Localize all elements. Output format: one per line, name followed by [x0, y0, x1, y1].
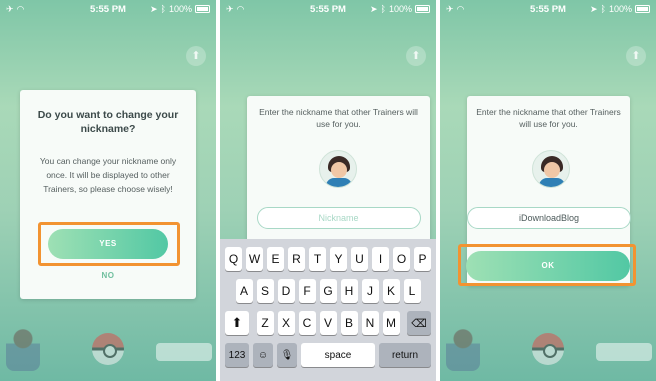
location-icon: ➤ [150, 3, 158, 14]
ok-button[interactable]: OK [466, 251, 630, 281]
keyboard-row-1: QWERTYUIOP [223, 247, 433, 271]
key-letter[interactable]: T [309, 247, 326, 271]
key-letter[interactable]: Y [330, 247, 347, 271]
key-letter[interactable]: P [414, 247, 431, 271]
battery-percent: 100% [608, 4, 632, 14]
status-bar: ✈ ◠ 5:55 PM ➤ ᛒ 100% [0, 0, 216, 18]
battery-icon [634, 5, 650, 13]
numbers-key[interactable]: 123 [225, 343, 249, 367]
nickname-dialog: Enter the nickname that other Trainers w… [247, 96, 430, 246]
key-letter[interactable]: G [319, 279, 337, 303]
pokeball-menu-icon[interactable] [92, 333, 124, 365]
key-letter[interactable]: O [393, 247, 410, 271]
key-letter[interactable]: D [277, 279, 295, 303]
wifi-icon: ◠ [236, 3, 245, 14]
trainer-avatar-icon[interactable] [446, 325, 480, 371]
keyboard-row-3: ⬆ ZXCVBNM ⌫ [223, 311, 433, 335]
key-letter[interactable]: X [277, 311, 295, 335]
pokeball-menu-icon[interactable] [532, 333, 564, 365]
airplane-icon: ✈ [446, 3, 454, 14]
map-bottom-hud [440, 311, 656, 381]
airplane-icon: ✈ [6, 3, 14, 14]
key-letter[interactable]: I [372, 247, 389, 271]
bluetooth-icon: ᛒ [600, 4, 606, 14]
keyboard-row-4: 123 ☺ 🎙 space return [223, 343, 433, 367]
nickname-input[interactable] [256, 207, 421, 229]
yes-button[interactable]: YES [48, 229, 168, 259]
bluetooth-icon: ᛒ [380, 4, 386, 14]
dialog-prompt: Enter the nickname that other Trainers w… [476, 107, 621, 129]
wifi-icon: ◠ [456, 3, 465, 14]
key-letter[interactable]: S [256, 279, 274, 303]
emoji-icon[interactable]: ☺ [253, 343, 273, 367]
trainer-avatar-icon[interactable] [6, 325, 40, 371]
status-time: 5:55 PM [90, 3, 126, 15]
compass-icon[interactable]: ⬆ [186, 46, 206, 66]
key-letter[interactable]: C [298, 311, 316, 335]
key-letter[interactable]: F [298, 279, 316, 303]
dialog-body: You can change your nickname only once. … [39, 156, 177, 194]
dialog-title: Do you want to change your nickname? [37, 109, 179, 135]
no-button[interactable]: NO [20, 271, 196, 280]
key-letter[interactable]: J [361, 279, 379, 303]
battery-icon [414, 5, 430, 13]
status-time: 5:55 PM [310, 3, 346, 15]
key-letter[interactable]: V [319, 311, 337, 335]
key-letter[interactable]: B [340, 311, 358, 335]
compass-icon[interactable]: ⬆ [626, 46, 646, 66]
key-letter[interactable]: A [235, 279, 253, 303]
battery-icon [194, 5, 210, 13]
delete-key[interactable]: ⌫ [407, 311, 431, 335]
battery-percent: 100% [388, 4, 412, 14]
return-key[interactable]: return [379, 343, 431, 367]
ios-keyboard: QWERTYUIOP ASDFGHJKL ⬆ ZXCVBNM ⌫ 123 ☺ 🎙… [220, 239, 436, 381]
key-letter[interactable]: H [340, 279, 358, 303]
space-key[interactable]: space [301, 343, 375, 367]
nearby-panel[interactable] [596, 343, 652, 361]
bluetooth-icon: ᛒ [160, 4, 166, 14]
airplane-icon: ✈ [226, 3, 234, 14]
shift-key[interactable]: ⬆ [225, 311, 249, 335]
microphone-icon[interactable]: 🎙 [277, 343, 297, 367]
key-letter[interactable]: K [382, 279, 400, 303]
location-icon: ➤ [590, 3, 598, 14]
phone-screen-enter-nickname: ✈ ◠ 5:55 PM ➤ ᛒ 100% ⬆ Enter the nickname t… [220, 0, 436, 381]
keyboard-row-2: ASDFGHJKL [223, 279, 433, 303]
trainer-portrait [532, 150, 570, 188]
key-letter[interactable]: U [351, 247, 368, 271]
key-letter[interactable]: M [382, 311, 400, 335]
key-letter[interactable]: L [403, 279, 421, 303]
nearby-panel[interactable] [156, 343, 212, 361]
status-bar: ✈ ◠ 5:55 PM ➤ ᛒ 100% [220, 0, 436, 18]
compass-icon[interactable]: ⬆ [406, 46, 426, 66]
change-nickname-dialog: Do you want to change your nickname? You… [20, 90, 196, 299]
key-letter[interactable]: Q [225, 247, 242, 271]
phone-screen-confirm: ✈ ◠ 5:55 PM ➤ ᛒ 100% ⬆ Do you want to chang… [0, 0, 216, 381]
key-letter[interactable]: E [267, 247, 284, 271]
battery-percent: 100% [168, 4, 192, 14]
dialog-prompt: Enter the nickname that other Trainers w… [259, 107, 418, 129]
wifi-icon: ◠ [16, 3, 25, 14]
location-icon: ➤ [370, 3, 378, 14]
status-time: 5:55 PM [530, 3, 566, 15]
key-letter[interactable]: R [288, 247, 305, 271]
key-letter[interactable]: W [246, 247, 263, 271]
status-bar: ✈ ◠ 5:55 PM ➤ ᛒ 100% [440, 0, 656, 18]
nickname-input[interactable] [467, 207, 631, 229]
map-bottom-hud [0, 311, 216, 381]
phone-screen-nickname-filled: ✈ ◠ 5:55 PM ➤ ᛒ 100% ⬆ Enter the nickname t… [440, 0, 656, 381]
key-letter[interactable]: N [361, 311, 379, 335]
key-letter[interactable]: Z [256, 311, 274, 335]
trainer-portrait [319, 150, 357, 188]
